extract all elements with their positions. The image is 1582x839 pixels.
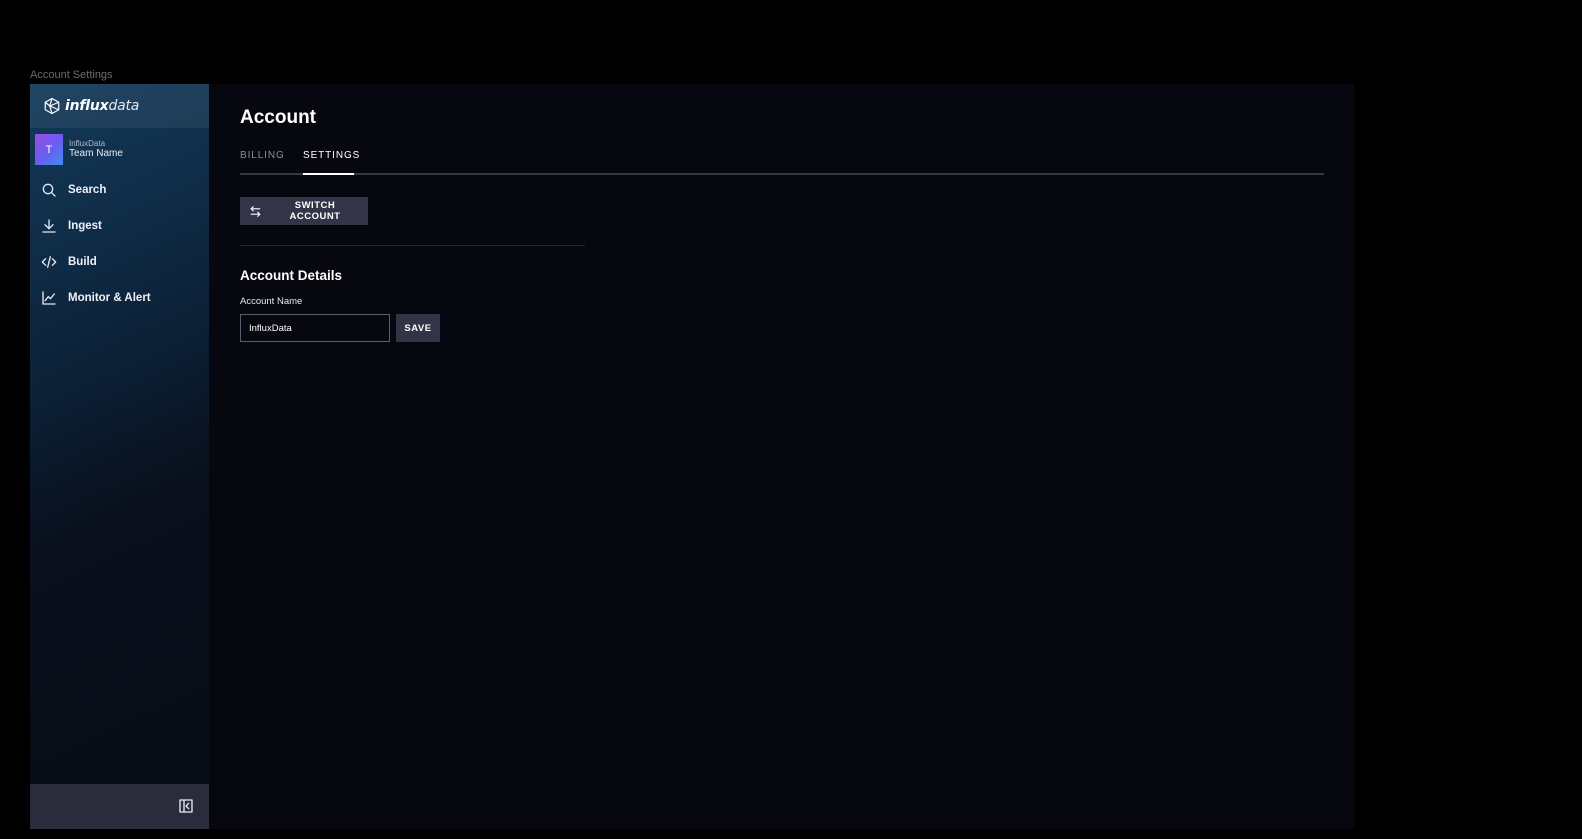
line-chart-icon — [42, 291, 56, 305]
app-window: influxdata T InfluxData Team Name Search — [30, 84, 1354, 829]
sidebar-item-label: Monitor & Alert — [68, 292, 151, 304]
tab-bar: BILLING SETTINGS — [240, 145, 1324, 175]
org-text: InfluxData Team Name — [69, 138, 123, 160]
logo-light-text: data — [108, 98, 140, 114]
logo-bold-text: influx — [65, 98, 109, 114]
influx-cube-icon — [44, 97, 60, 115]
tab-billing[interactable]: BILLING — [240, 150, 285, 175]
section-divider — [240, 245, 585, 246]
swap-arrows-icon — [250, 205, 261, 217]
active-tab-indicator — [303, 173, 354, 175]
sidebar-footer — [30, 784, 209, 829]
search-icon — [42, 183, 56, 197]
sidebar: influxdata T InfluxData Team Name Search — [30, 84, 209, 829]
sidebar-nav: Search Ingest Build Monitor & Alert — [30, 172, 209, 316]
sidebar-item-label: Search — [68, 184, 107, 196]
org-switcher[interactable]: T InfluxData Team Name — [35, 134, 123, 165]
sidebar-item-label: Ingest — [68, 220, 102, 232]
sidebar-item-label: Build — [68, 256, 97, 268]
sidebar-item-ingest[interactable]: Ingest — [30, 208, 209, 244]
page-title: Account — [240, 107, 316, 128]
switch-account-button[interactable]: SWITCH ACCOUNT — [240, 197, 368, 225]
team-name: Team Name — [69, 148, 123, 160]
switch-account-label: SWITCH ACCOUNT — [289, 200, 341, 222]
sidebar-item-build[interactable]: Build — [30, 244, 209, 280]
frame-label: Account Settings — [30, 69, 113, 81]
account-name-label: Account Name — [240, 296, 303, 307]
account-name-input[interactable] — [240, 314, 390, 342]
avatar: T — [35, 134, 63, 165]
sidebar-item-search[interactable]: Search — [30, 172, 209, 208]
sidebar-header: influxdata — [30, 84, 209, 128]
tab-settings[interactable]: SETTINGS — [303, 150, 360, 175]
section-title: Account Details — [240, 268, 343, 283]
save-button[interactable]: SAVE — [396, 314, 440, 342]
sidebar-item-monitor-alert[interactable]: Monitor & Alert — [30, 280, 209, 316]
brand-logo: influxdata — [65, 98, 139, 114]
code-icon — [41, 256, 57, 268]
collapse-sidebar-icon[interactable] — [178, 798, 194, 814]
org-name: InfluxData — [69, 138, 106, 148]
download-icon — [42, 219, 56, 233]
